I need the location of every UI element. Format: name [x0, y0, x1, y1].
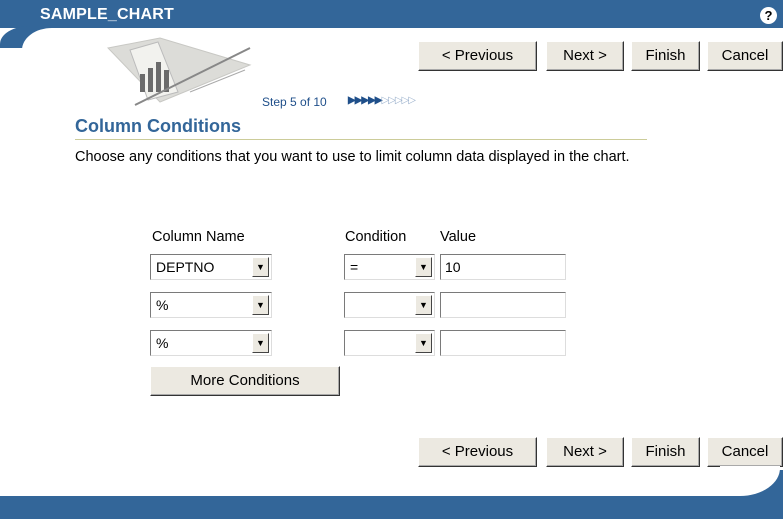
chevron-down-icon[interactable]: ▼ [252, 295, 269, 315]
chart-illustration-icon [107, 37, 252, 106]
next-button-bottom[interactable]: Next > [546, 437, 624, 467]
chevron-down-icon[interactable]: ▼ [252, 257, 269, 277]
value-input-3[interactable] [440, 330, 566, 356]
previous-button-bottom[interactable]: < Previous [418, 437, 537, 467]
next-button-top[interactable]: Next > [546, 41, 624, 71]
chevron-down-icon[interactable]: ▼ [415, 257, 432, 277]
condition-select-3[interactable]: ▼ [344, 330, 435, 356]
chevron-down-icon[interactable]: ▼ [415, 333, 432, 353]
condition-select-1[interactable]: = ▼ [344, 254, 435, 280]
cancel-button-bottom[interactable]: Cancel [707, 437, 783, 467]
help-icon[interactable]: ? [760, 7, 777, 24]
condition-header: Condition [345, 229, 407, 245]
chevron-down-icon[interactable]: ▼ [415, 295, 432, 315]
value-input-2[interactable] [440, 292, 566, 318]
page-title: Column Conditions [75, 116, 241, 136]
more-conditions-button[interactable]: More Conditions [150, 366, 340, 396]
condition-select-2[interactable]: ▼ [344, 292, 435, 318]
section-description: Choose any conditions that you want to u… [75, 149, 630, 165]
app-title: SAMPLE_CHART [40, 6, 174, 23]
column-name-select-1[interactable]: DEPTNO ▼ [150, 254, 272, 280]
title-divider [75, 139, 647, 140]
finish-button-top[interactable]: Finish [631, 41, 700, 71]
column-name-select-2[interactable]: % ▼ [150, 292, 272, 318]
value-header: Value [440, 229, 477, 245]
finish-button-bottom[interactable]: Finish [631, 437, 700, 467]
column-name-select-value: % [156, 335, 169, 351]
column-name-select-3[interactable]: % ▼ [150, 330, 272, 356]
column-name-header: Column Name [152, 229, 245, 245]
cancel-button-top[interactable]: Cancel [707, 41, 783, 71]
value-input-1[interactable]: 10 [440, 254, 566, 280]
step-progress-indicator: ▶▶▶▶▶▷▷▷▷▷ [348, 95, 416, 106]
column-name-select-value: % [156, 297, 169, 313]
step-indicator-text: Step 5 of 10 [262, 95, 327, 109]
column-name-select-value: DEPTNO [156, 259, 215, 275]
chevron-down-icon[interactable]: ▼ [252, 333, 269, 353]
footer-bar [0, 496, 783, 519]
condition-select-value: = [350, 259, 359, 275]
previous-button-top[interactable]: < Previous [418, 41, 537, 71]
